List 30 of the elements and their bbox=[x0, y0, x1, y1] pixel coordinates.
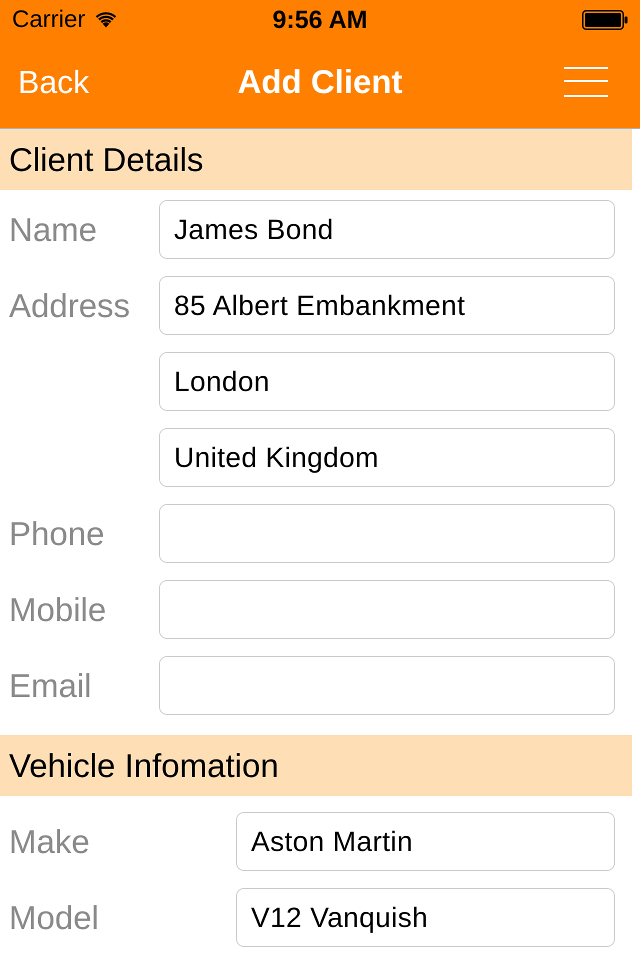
text-field[interactable]: Aston Martin bbox=[236, 812, 615, 871]
battery-icon bbox=[582, 10, 628, 30]
field-label: Phone bbox=[9, 514, 104, 552]
text-field[interactable] bbox=[159, 504, 615, 563]
text-field[interactable]: James Bond bbox=[159, 200, 615, 259]
text-field[interactable] bbox=[159, 580, 615, 639]
carrier-name: Carrier bbox=[12, 6, 86, 34]
status-time: 9:56 AM bbox=[272, 6, 368, 34]
field-label: Mobile bbox=[9, 590, 106, 628]
field-value: Aston Martin bbox=[251, 826, 413, 858]
field-label: Make bbox=[9, 822, 90, 860]
text-field[interactable]: United Kingdom bbox=[159, 428, 615, 487]
field-label: Address bbox=[9, 286, 130, 324]
screen-title: Add Client bbox=[238, 63, 402, 101]
text-field[interactable] bbox=[159, 656, 615, 715]
menu-button[interactable] bbox=[564, 67, 608, 97]
text-field[interactable]: London bbox=[159, 352, 615, 411]
section-header: Client Details bbox=[0, 129, 632, 190]
field-value: James Bond bbox=[174, 214, 334, 246]
field-label: Model bbox=[9, 898, 99, 936]
wifi-icon bbox=[95, 12, 118, 28]
field-value: 85 Albert Embankment bbox=[174, 290, 466, 322]
field-value: London bbox=[174, 366, 270, 398]
field-label: Name bbox=[9, 210, 98, 248]
text-field[interactable]: 85 Albert Embankment bbox=[159, 276, 615, 335]
field-value: V12 Vanquish bbox=[251, 902, 428, 934]
field-label: Email bbox=[9, 666, 92, 704]
field-value: United Kingdom bbox=[174, 442, 379, 474]
section-header: Vehicle Infomation bbox=[0, 735, 632, 796]
text-field[interactable]: V12 Vanquish bbox=[236, 888, 615, 947]
